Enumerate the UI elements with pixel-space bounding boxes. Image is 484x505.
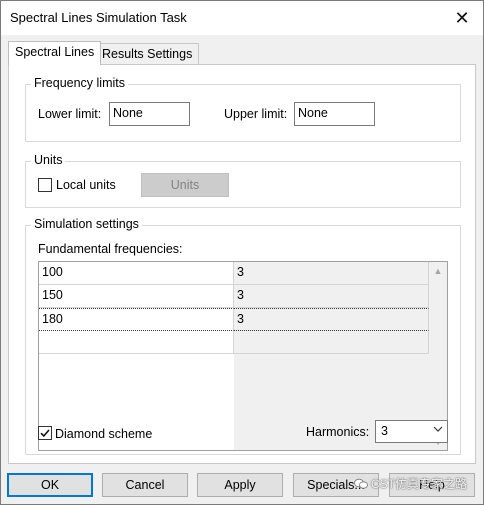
window-title: Spectral Lines Simulation Task (10, 10, 187, 25)
units-group: Units Local units Units (25, 153, 461, 208)
lower-limit-value: None (113, 106, 143, 120)
new-row[interactable] (39, 331, 429, 354)
empty-frequency-cell[interactable] (39, 331, 234, 354)
tab-panel-spectral-lines: Frequency limits Lower limit: None Upper… (8, 64, 476, 464)
watermark: CST仿真专家之路 (354, 475, 467, 492)
lower-limit-label: Lower limit: (38, 107, 102, 121)
chat-icon (354, 478, 368, 489)
simulation-settings-legend: Simulation settings (31, 217, 142, 231)
ok-button-label: OK (40, 478, 60, 492)
ok-button[interactable]: OK (7, 473, 93, 497)
title-bar: Spectral Lines Simulation Task ✕ (1, 1, 483, 35)
local-units-label: Local units (56, 178, 116, 192)
table-row[interactable]: 150 3 (39, 285, 429, 308)
scroll-up-icon[interactable]: ▲ (429, 262, 447, 279)
dialog-window: Spectral Lines Simulation Task ✕ Spectra… (0, 0, 484, 505)
frequency-limits-legend: Frequency limits (31, 76, 128, 90)
units-button[interactable]: Units (141, 173, 229, 197)
table-row[interactable]: 180 3 (39, 308, 429, 331)
apply-button-label: Apply (224, 478, 256, 492)
upper-limit-label: Upper limit: (224, 107, 288, 121)
tab-label: Results Settings (102, 47, 193, 61)
upper-limit-input[interactable]: None (294, 102, 375, 126)
close-icon: ✕ (454, 7, 470, 28)
cancel-button[interactable]: Cancel (102, 473, 188, 497)
harmonics-label: Harmonics: (306, 425, 370, 439)
empty-value-cell[interactable] (234, 331, 429, 354)
value-cell[interactable]: 3 (234, 308, 429, 331)
table-row[interactable]: 100 3 (39, 262, 429, 285)
checkmark-icon (40, 429, 50, 438)
harmonics-value: 3 (381, 424, 388, 438)
tab-spectral-lines[interactable]: Spectral Lines (8, 41, 102, 65)
harmonics-select[interactable]: 3 (375, 420, 448, 443)
chevron-down-icon (433, 424, 443, 437)
units-legend: Units (31, 153, 66, 167)
close-button[interactable]: ✕ (447, 5, 477, 31)
frequency-limits-group: Frequency limits Lower limit: None Upper… (25, 76, 461, 142)
value-cell[interactable]: 3 (234, 285, 429, 308)
cancel-button-label: Cancel (125, 478, 165, 492)
watermark-text: CST仿真专家之路 (371, 477, 468, 491)
diamond-scheme-label: Diamond scheme (55, 427, 153, 441)
frequency-cell[interactable]: 150 (39, 285, 234, 308)
diamond-scheme-checkbox[interactable] (38, 426, 52, 440)
tab-results-settings[interactable]: Results Settings (95, 43, 200, 64)
frequency-cell[interactable]: 180 (39, 308, 234, 331)
tab-label: Spectral Lines (15, 45, 95, 59)
lower-limit-input[interactable]: None (109, 102, 190, 126)
apply-button[interactable]: Apply (197, 473, 283, 497)
units-button-label: Units (170, 178, 200, 192)
upper-limit-value: None (298, 106, 328, 120)
local-units-checkbox[interactable] (38, 178, 52, 192)
frequency-cell[interactable]: 100 (39, 262, 234, 285)
value-cell[interactable]: 3 (234, 262, 429, 285)
fundamental-frequencies-label: Fundamental frequencies: (38, 242, 183, 256)
